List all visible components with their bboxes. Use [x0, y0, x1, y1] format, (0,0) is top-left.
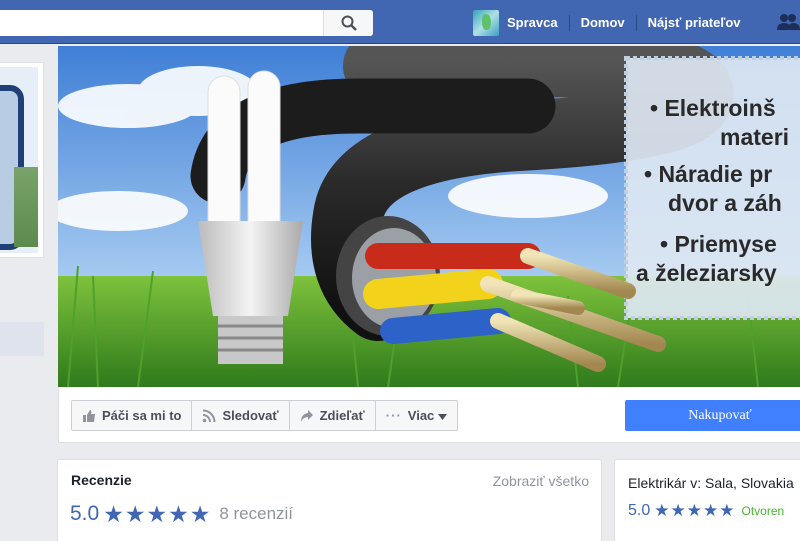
- cover-bullet-1: • Elektroinš: [650, 95, 776, 121]
- reviews-card: Recenzie Zobraziť všetko 5.0 ★ ★ ★ ★ ★ 8…: [57, 459, 602, 541]
- info-rating: 5.0 ★ ★ ★ ★ ★ Otvoren: [628, 502, 784, 520]
- reviews-rating: 5.0 ★ ★ ★ ★ ★ 8 recenzií: [70, 502, 293, 526]
- reviews-see-all-link[interactable]: Zobraziť všetko: [493, 473, 589, 489]
- share-button-label: Zdieľať: [319, 408, 365, 423]
- shop-now-button[interactable]: Nakupovať: [625, 400, 800, 431]
- star-icon: ★: [686, 501, 702, 520]
- star-icon: ★: [168, 501, 189, 527]
- profile-picture-card: [0, 62, 44, 258]
- left-nav-selected-item[interactable]: [0, 322, 44, 356]
- page-info-card: Elektrikár v: Sala, Slovakia 5.0 ★ ★ ★ ★…: [614, 459, 800, 541]
- cover-photo[interactable]: • Elektroinš materi • Náradie pr dvor a …: [58, 46, 800, 387]
- star-icon: ★: [124, 501, 146, 527]
- open-status: Otvoren: [741, 504, 785, 518]
- review-count-link[interactable]: 8 recenzií: [219, 504, 293, 524]
- cover-bullet-3: • Priemyse: [660, 231, 777, 257]
- cover-bullet-3-cont: a železiarsky: [636, 260, 777, 286]
- page-actions-group: Páči sa mi to Sledovať Zdieľať ··· Viac: [71, 400, 459, 431]
- profile-picture[interactable]: [0, 67, 38, 253]
- share-button[interactable]: Zdieľať: [290, 401, 376, 430]
- star-icon: ★: [719, 501, 735, 520]
- cover-bullet-2-cont: dvor a záh: [668, 190, 782, 216]
- top-bar: Spravca Domov Nájsť priateľov: [0, 0, 800, 44]
- star-icon: ★: [703, 501, 719, 520]
- cover-text: • Elektroinš materi • Náradie pr dvor a …: [636, 94, 800, 288]
- cover-bullet-2: • Náradie pr: [644, 161, 773, 187]
- rating-stars: ★ ★ ★ ★ ★: [103, 502, 211, 526]
- rss-icon: [202, 409, 216, 423]
- info-rating-stars: ★ ★ ★ ★ ★: [654, 502, 735, 520]
- thumbs-up-icon: [82, 409, 96, 423]
- follow-button[interactable]: Sledovať: [192, 401, 290, 430]
- top-nav: Spravca Domov Nájsť priateľov: [473, 10, 752, 36]
- profile-picture-grass: [14, 167, 38, 247]
- star-icon: ★: [103, 501, 124, 527]
- nav-home-link[interactable]: Domov: [570, 12, 636, 34]
- more-dots-icon: ···: [385, 408, 402, 423]
- search-input[interactable]: [0, 10, 320, 36]
- nav-find-friends-link[interactable]: Nájsť priateľov: [637, 12, 752, 34]
- chevron-down-icon: [438, 408, 448, 423]
- more-button-label: Viac: [407, 408, 435, 423]
- follow-button-label: Sledovať: [222, 408, 279, 423]
- like-button[interactable]: Páči sa mi to: [72, 401, 193, 430]
- star-icon: ★: [189, 501, 211, 527]
- friend-requests-icon[interactable]: [776, 13, 800, 31]
- nav-profile-link[interactable]: Spravca: [507, 12, 569, 34]
- star-icon: ★: [654, 501, 670, 520]
- category-location[interactable]: Elektrikár v: Sala, Slovakia: [628, 475, 794, 491]
- rating-score: 5.0: [70, 502, 100, 525]
- share-arrow-icon: [300, 409, 314, 423]
- more-button[interactable]: ··· Viac: [376, 401, 458, 430]
- reviews-title: Recenzie: [71, 472, 132, 488]
- info-rating-score: 5.0: [628, 502, 651, 519]
- star-icon: ★: [670, 501, 686, 520]
- page-action-bar: Páči sa mi to Sledovať Zdieľať ··· Viac …: [58, 387, 800, 443]
- search-icon: [341, 15, 357, 31]
- search-button[interactable]: [323, 10, 373, 36]
- like-button-label: Páči sa mi to: [102, 408, 182, 423]
- cover-bullet-1-cont: materi: [720, 124, 790, 150]
- search-box: [0, 10, 373, 36]
- star-icon: ★: [146, 501, 168, 527]
- user-avatar[interactable]: [473, 10, 499, 36]
